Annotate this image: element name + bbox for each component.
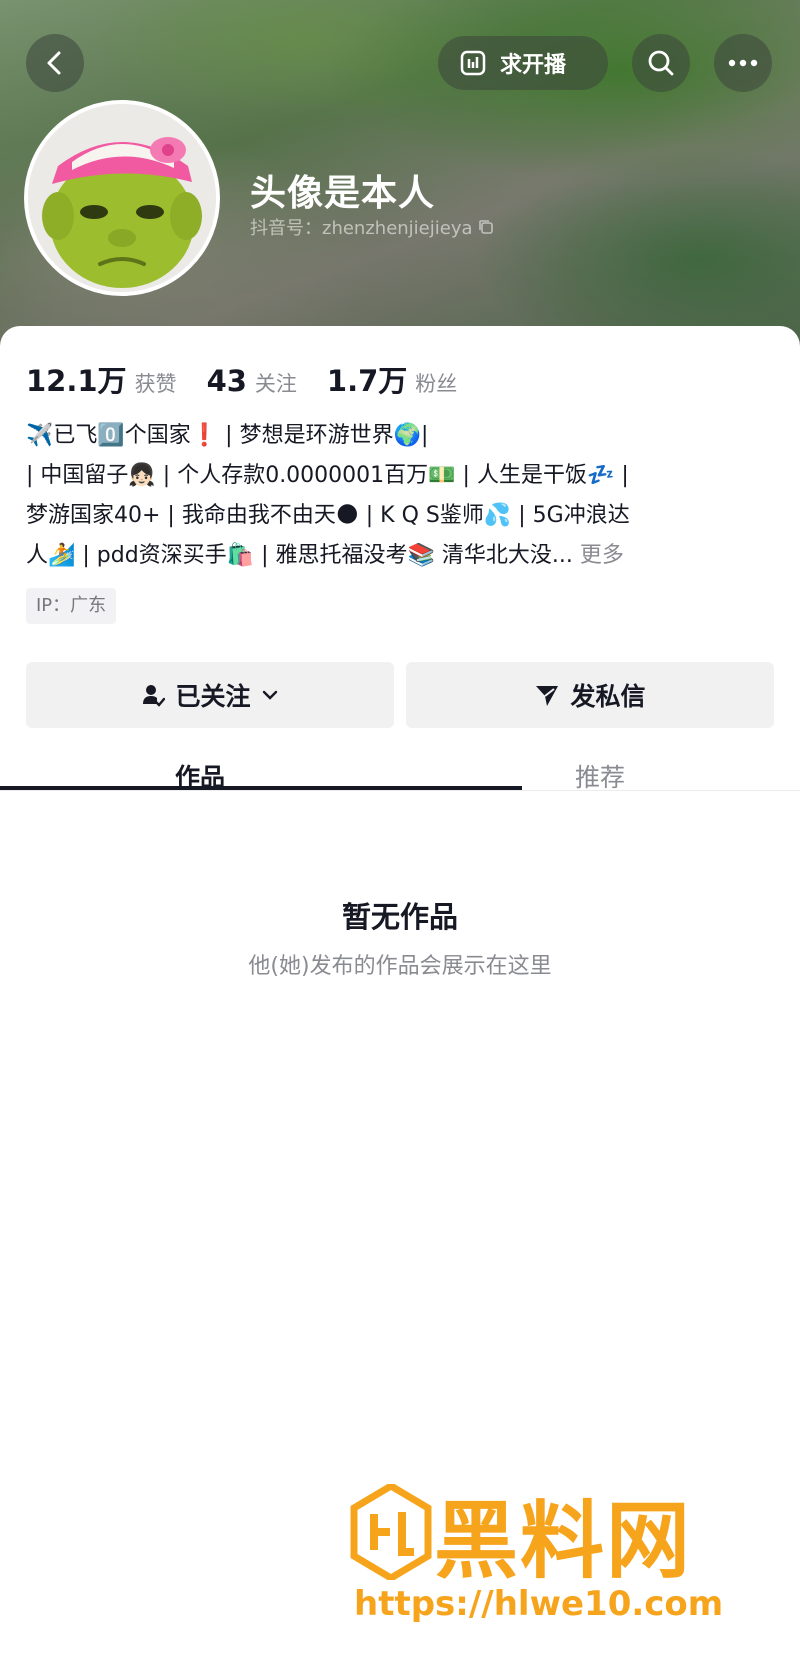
profile-tabs: 作品 推荐 — [0, 736, 800, 816]
send-message-label: 发私信 — [570, 682, 646, 711]
ip-location-tag: IP：广东 — [26, 588, 117, 624]
avatar-image — [28, 104, 216, 292]
bio-line-text: 人🏄 | pdd资深买手🛍️ | 雅思托福没考📚 清华北大没... — [26, 543, 573, 568]
watermark: 黑料网 https://hlwe10.com — [350, 1480, 770, 1630]
bio-line: | 中国留子👧🏻 | 个人存款0.0000001百万💵 | 人生是干饭💤 | — [26, 463, 629, 488]
profile-stats: 12.1万 获赞 43 关注 1.7万 粉丝 — [26, 358, 457, 400]
more-options-button[interactable] — [714, 34, 772, 92]
bio-more-link[interactable]: 更多 — [580, 543, 624, 568]
watermark-logo-icon — [350, 1484, 432, 1580]
bio-line: 梦游国家40+ | 我命由我不由天🌑 | K Q S鉴师💦 | 5G冲浪达 — [26, 503, 630, 528]
user-check-icon — [143, 685, 166, 707]
douyin-id-text: 抖音号：zhenzhenjiejieya — [250, 218, 473, 239]
stat-label: 关注 — [254, 372, 297, 396]
chevron-down-icon — [262, 690, 277, 700]
stat-followers[interactable]: 1.7万 粉丝 — [327, 358, 457, 400]
tab-works[interactable]: 作品 — [0, 736, 400, 816]
profile-card: 12.1万 获赞 43 关注 1.7万 粉丝 ✈️已飞0️⃣个国家❗ | 梦想是… — [0, 326, 800, 1656]
chart-icon — [460, 50, 486, 76]
stat-label: 获赞 — [134, 372, 177, 396]
stat-likes[interactable]: 12.1万 获赞 — [26, 358, 177, 400]
chevron-left-icon — [47, 51, 61, 75]
watermark-text: 黑料网 — [434, 1492, 693, 1590]
back-button[interactable] — [26, 34, 84, 92]
stat-label: 粉丝 — [415, 372, 458, 396]
stat-value: 1.7万 — [326, 364, 408, 398]
douyin-id: 抖音号：zhenzhenjiejieya — [250, 214, 495, 240]
search-icon — [648, 50, 674, 76]
empty-state-title: 暂无作品 — [341, 900, 458, 934]
tab-divider — [0, 790, 800, 791]
stat-value: 12.1万 — [26, 364, 127, 398]
send-message-button[interactable]: 发私信 — [406, 662, 774, 728]
more-dots-icon — [728, 59, 758, 67]
profile-bio[interactable]: ✈️已飞0️⃣个国家❗ | 梦想是环游世界🌍| | 中国留子👧🏻 | 个人存款0… — [26, 416, 778, 576]
bio-line: ✈️已飞0️⃣个国家❗ | 梦想是环游世界🌍| — [26, 423, 429, 448]
request-live-label: 求开播 — [500, 53, 567, 78]
request-live-button[interactable]: 求开播 — [438, 36, 608, 90]
followed-label: 已关注 — [175, 682, 251, 711]
profile-nickname: 头像是本人 — [250, 173, 436, 214]
empty-state-subtitle: 他(她)发布的作品会展示在这里 — [248, 954, 552, 979]
tab-recommend[interactable]: 推荐 — [400, 736, 800, 816]
stat-following[interactable]: 43 关注 — [207, 364, 297, 398]
bio-line-last: 人🏄 | pdd资深买手🛍️ | 雅思托福没考📚 清华北大没... 更多 — [26, 536, 778, 576]
followed-button[interactable]: 已关注 — [26, 662, 394, 728]
copy-icon[interactable] — [477, 218, 495, 236]
search-button[interactable] — [632, 34, 690, 92]
avatar[interactable] — [24, 100, 220, 296]
send-icon — [536, 686, 559, 706]
watermark-url: https://hlwe10.com — [354, 1584, 724, 1624]
stat-value: 43 — [206, 364, 247, 398]
